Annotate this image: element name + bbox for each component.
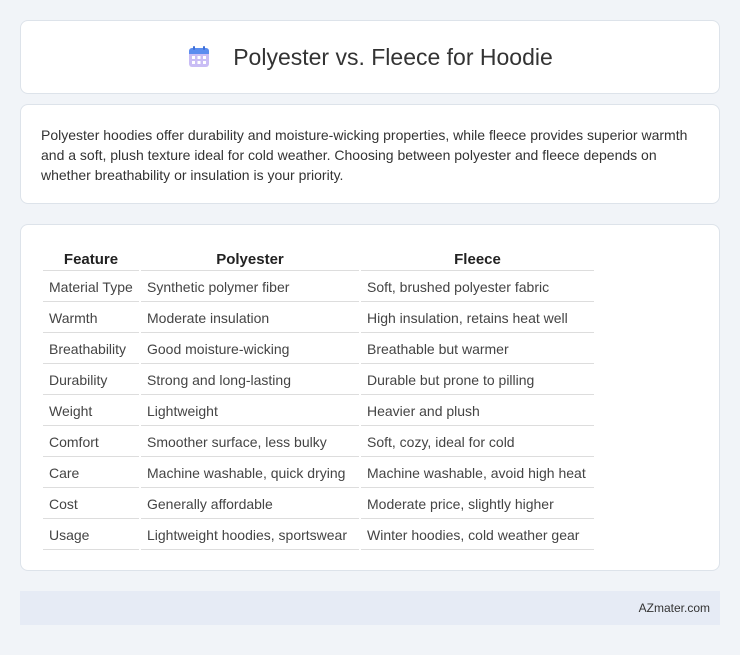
feature-cell: Care xyxy=(43,459,139,488)
fleece-cell: Soft, brushed polyester fabric xyxy=(361,273,594,302)
comparison-table: Feature Polyester Fleece Material Type S… xyxy=(41,245,596,552)
table-row: Durability Strong and long-lasting Durab… xyxy=(43,366,594,395)
polyester-cell: Synthetic polymer fiber xyxy=(141,273,359,302)
table-row: Warmth Moderate insulation High insulati… xyxy=(43,304,594,333)
page-title: Polyester vs. Fleece for Hoodie xyxy=(233,43,553,70)
polyester-cell: Machine washable, quick drying xyxy=(141,459,359,488)
fleece-cell: Moderate price, slightly higher xyxy=(361,490,594,519)
title-card: Polyester vs. Fleece for Hoodie xyxy=(20,20,720,94)
fleece-cell: Heavier and plush xyxy=(361,397,594,426)
feature-cell: Usage xyxy=(43,521,139,550)
fleece-cell: Durable but prone to pilling xyxy=(361,366,594,395)
intro-card: Polyester hoodies offer durability and m… xyxy=(20,104,720,204)
table-row: Care Machine washable, quick drying Mach… xyxy=(43,459,594,488)
table-row: Breathability Good moisture-wicking Brea… xyxy=(43,335,594,364)
feature-cell: Cost xyxy=(43,490,139,519)
polyester-cell: Strong and long-lasting xyxy=(141,366,359,395)
feature-cell: Breathability xyxy=(43,335,139,364)
footer-site: AZmater.com xyxy=(638,601,710,615)
header-feature: Feature xyxy=(43,247,139,271)
footer: AZmater.com xyxy=(20,591,720,625)
feature-cell: Warmth xyxy=(43,304,139,333)
fleece-cell: Winter hoodies, cold weather gear xyxy=(361,521,594,550)
calendar-icon xyxy=(189,46,210,67)
table-row: Usage Lightweight hoodies, sportswear Wi… xyxy=(43,521,594,550)
polyester-cell: Lightweight xyxy=(141,397,359,426)
polyester-cell: Moderate insulation xyxy=(141,304,359,333)
polyester-cell: Lightweight hoodies, sportswear xyxy=(141,521,359,550)
polyester-cell: Generally affordable xyxy=(141,490,359,519)
feature-cell: Durability xyxy=(43,366,139,395)
header-polyester: Polyester xyxy=(141,247,359,271)
polyester-cell: Smoother surface, less bulky xyxy=(141,428,359,457)
header-fleece: Fleece xyxy=(361,247,594,271)
table-header-row: Feature Polyester Fleece xyxy=(43,247,594,271)
table-row: Comfort Smoother surface, less bulky Sof… xyxy=(43,428,594,457)
fleece-cell: Machine washable, avoid high heat xyxy=(361,459,594,488)
feature-cell: Material Type xyxy=(43,273,139,302)
intro-text: Polyester hoodies offer durability and m… xyxy=(41,127,688,183)
feature-cell: Weight xyxy=(43,397,139,426)
fleece-cell: Soft, cozy, ideal for cold xyxy=(361,428,594,457)
polyester-cell: Good moisture-wicking xyxy=(141,335,359,364)
comparison-card: Feature Polyester Fleece Material Type S… xyxy=(20,224,720,571)
feature-cell: Comfort xyxy=(43,428,139,457)
title-row: Polyester vs. Fleece for Hoodie xyxy=(187,44,553,71)
fleece-cell: High insulation, retains heat well xyxy=(361,304,594,333)
fleece-cell: Breathable but warmer xyxy=(361,335,594,364)
table-row: Material Type Synthetic polymer fiber So… xyxy=(43,273,594,302)
table-row: Cost Generally affordable Moderate price… xyxy=(43,490,594,519)
table-row: Weight Lightweight Heavier and plush xyxy=(43,397,594,426)
